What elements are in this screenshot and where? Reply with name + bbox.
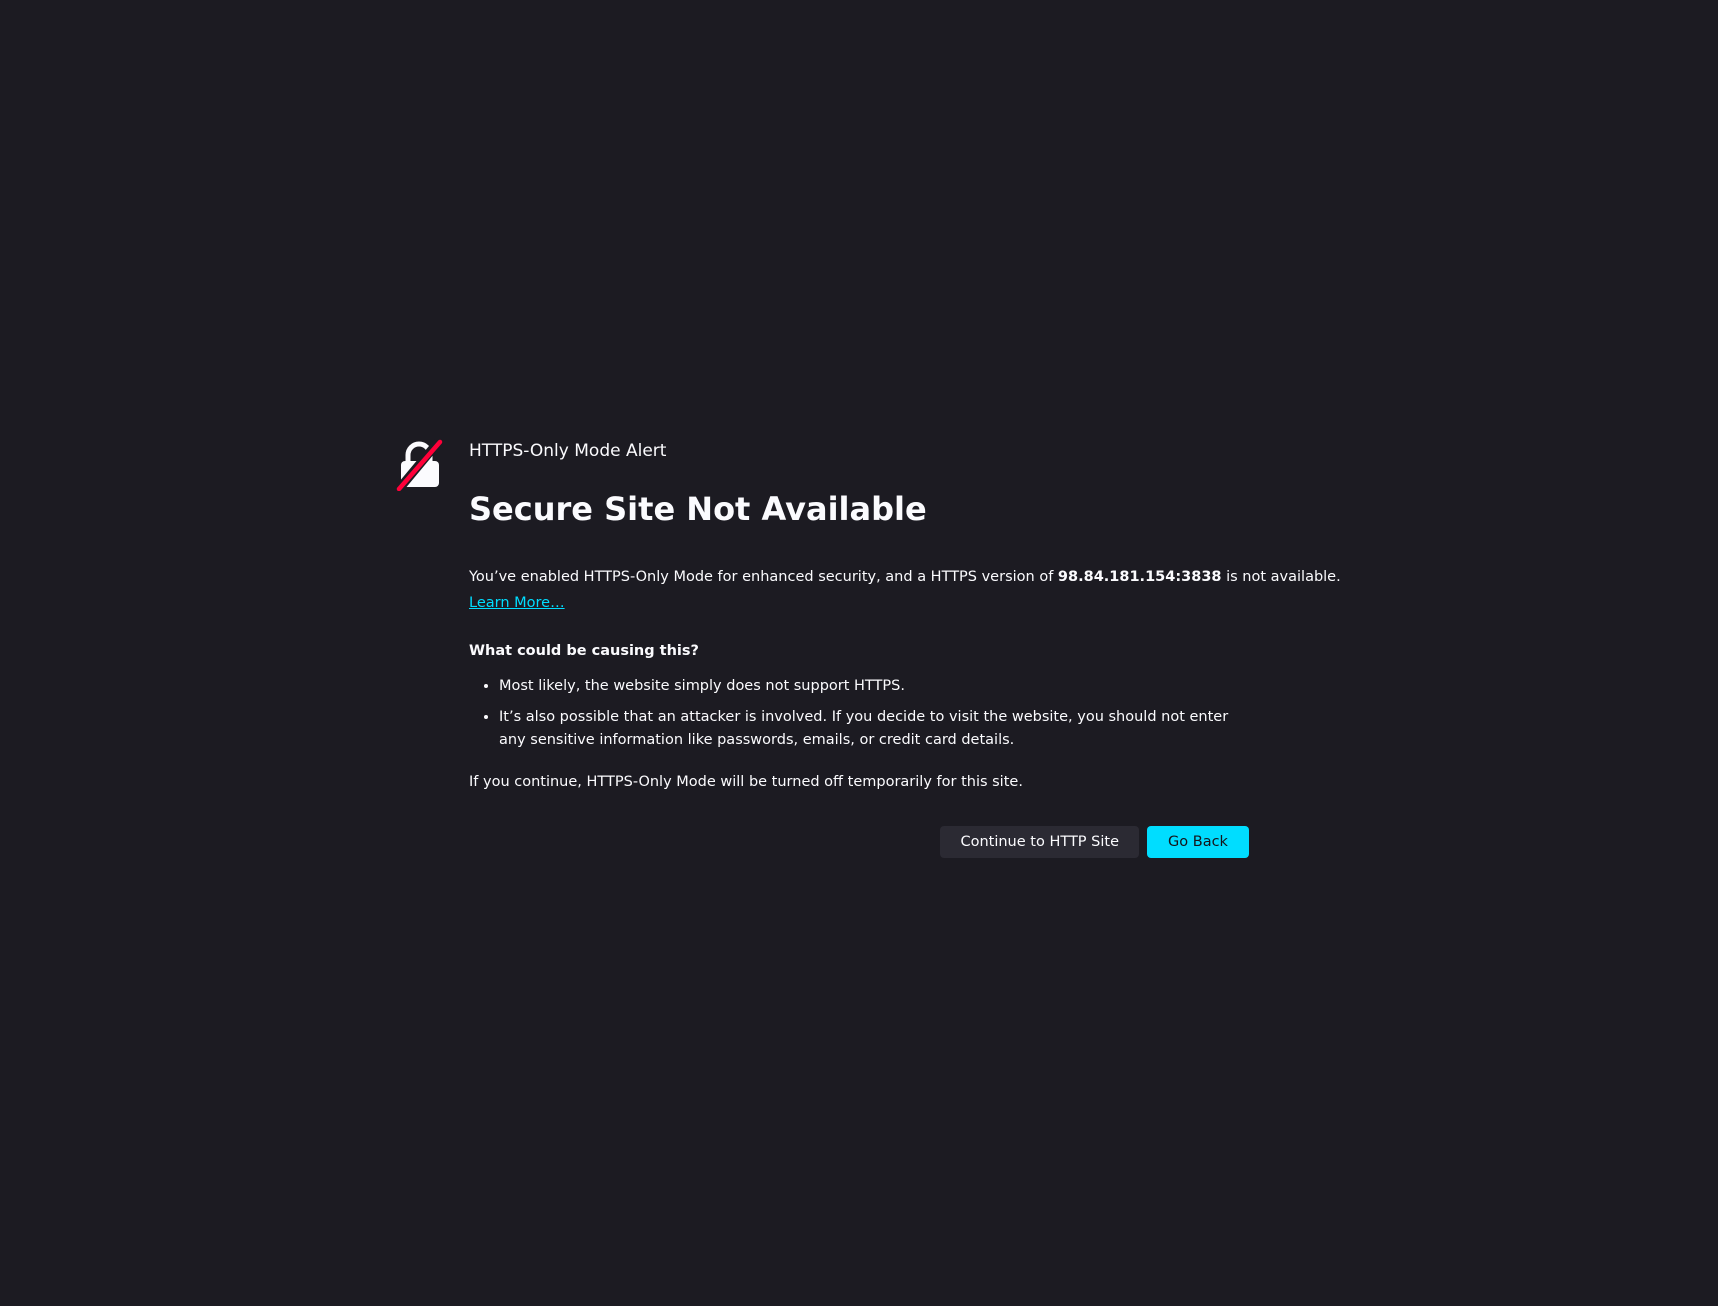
alert-intro: You’ve enabled HTTPS-Only Mode for enhan…: [469, 563, 1341, 591]
cause-heading: What could be causing this?: [469, 643, 699, 659]
list-item: Most likely, the website simply does not…: [499, 675, 1249, 698]
alert-eyebrow: HTTPS-Only Mode Alert: [469, 441, 667, 461]
alert-content: HTTPS-Only Mode Alert Secure Site Not Av…: [469, 439, 1341, 858]
https-only-alert: HTTPS-Only Mode Alert Secure Site Not Av…: [394, 435, 1341, 858]
intro-before: You’ve enabled HTTPS-Only Mode for enhan…: [469, 569, 1058, 585]
cause-list: Most likely, the website simply does not…: [469, 675, 1249, 752]
learn-more-link[interactable]: Learn More…: [469, 591, 565, 615]
intro-after: is not available.: [1221, 569, 1341, 585]
error-page: HTTPS-Only Mode Alert Secure Site Not Av…: [0, 0, 1718, 1306]
button-row: Continue to HTTP Site Go Back: [469, 826, 1249, 858]
continue-to-http-button[interactable]: Continue to HTTP Site: [940, 826, 1139, 858]
continue-note: If you continue, HTTPS-Only Mode will be…: [469, 774, 1023, 790]
go-back-button[interactable]: Go Back: [1147, 826, 1249, 858]
list-item: It’s also possible that an attacker is i…: [499, 706, 1249, 752]
broken-lock-icon: [394, 436, 445, 494]
page-title: Secure Site Not Available: [469, 490, 927, 528]
host-name: 98.84.181.154:3838: [1057, 569, 1222, 585]
